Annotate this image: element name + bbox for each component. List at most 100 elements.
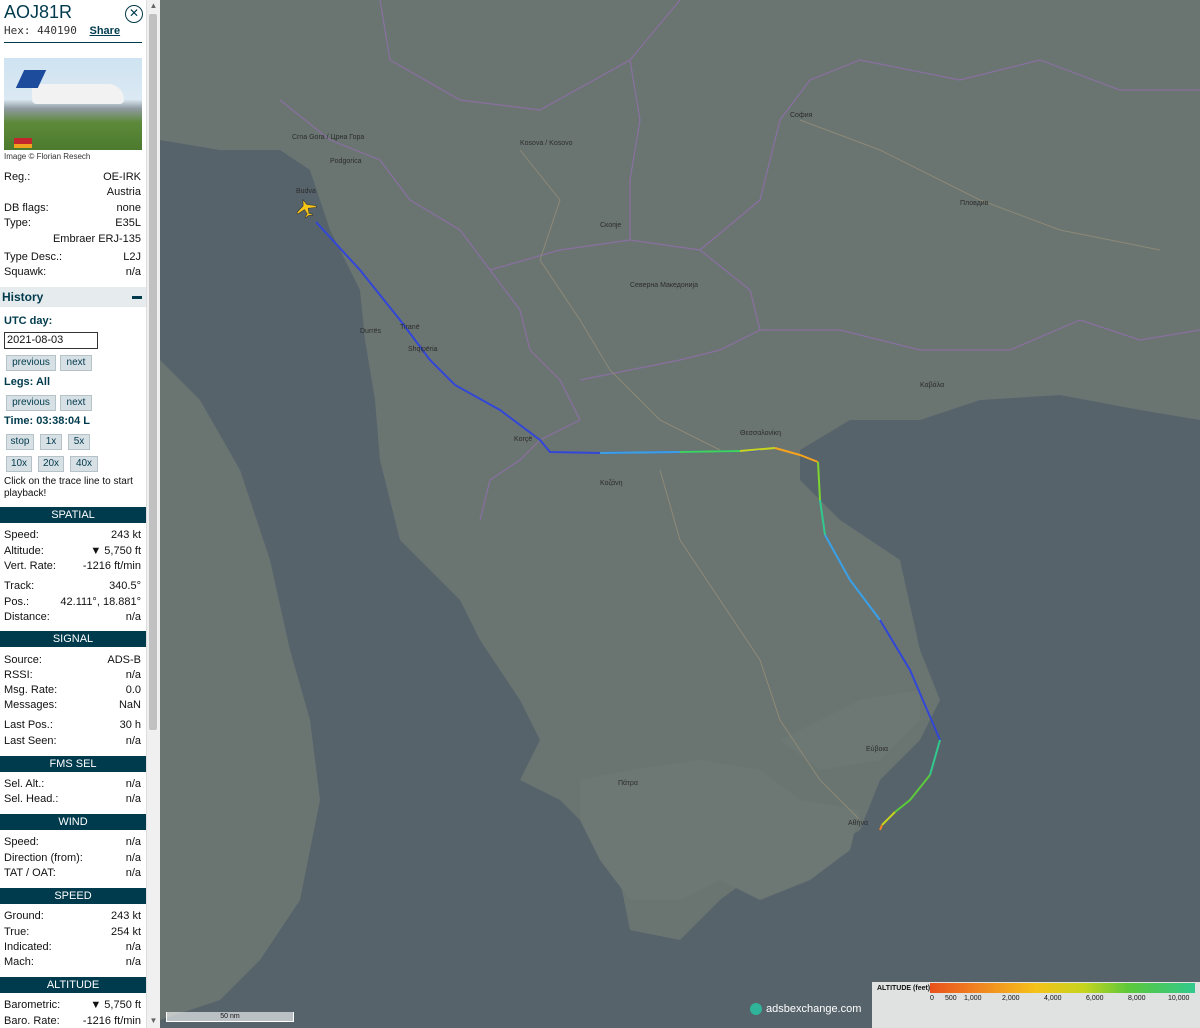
- share-link[interactable]: Share: [90, 25, 121, 37]
- row-value: n/a: [125, 266, 141, 278]
- place-label: Πάτρα: [618, 780, 638, 787]
- road-line: [519, 149, 721, 451]
- row-label: Sel. Head.:: [4, 793, 59, 805]
- place-label: Kosova / Kosovo: [520, 140, 573, 147]
- stop-button[interactable]: stop: [6, 434, 34, 450]
- history-title: History: [2, 290, 44, 304]
- utc-day-input[interactable]: 2021-08-03: [4, 332, 98, 349]
- flight-track-cyan: [824, 534, 881, 621]
- map-canvas: [160, 0, 1200, 1028]
- signal-row: Last Pos.: 30 h: [4, 719, 141, 733]
- speed-5x-button[interactable]: 5x: [68, 434, 90, 450]
- row-value: NaN: [118, 699, 141, 711]
- fms-row: Sel. Head.: n/a: [4, 793, 141, 807]
- history-header[interactable]: History: [0, 287, 146, 307]
- row-label: Type:: [4, 217, 31, 229]
- place-label: Korçë: [514, 436, 533, 443]
- row-value: 30 h: [119, 719, 141, 731]
- row-label: TAT / OAT:: [4, 867, 56, 879]
- place-label: Καβάλα: [920, 382, 945, 389]
- row-label: Baro. Rate:: [4, 1015, 60, 1027]
- spatial-row: Track: 340.5°: [4, 580, 141, 594]
- altitude-row: Baro. Rate: -1216 ft/min: [4, 1015, 141, 1028]
- place-label: Αθήνα: [848, 820, 869, 827]
- legend-tick: 0: [930, 995, 934, 1002]
- flight-track-green: [679, 450, 741, 453]
- leg-next-button[interactable]: next: [60, 395, 92, 411]
- row-value: 0.0: [125, 684, 141, 696]
- row-label: Squawk:: [4, 266, 47, 278]
- place-label: Podgorica: [330, 158, 362, 165]
- speed-1x-button[interactable]: 1x: [40, 434, 62, 450]
- row-value: 340.5°: [109, 580, 141, 592]
- hex-value: 440190: [37, 24, 77, 37]
- hex-line: Hex: 440190 Share: [4, 24, 120, 37]
- day-previous-button[interactable]: previous: [6, 355, 56, 371]
- speed-20x-button[interactable]: 20x: [38, 456, 64, 472]
- speed-row: Ground: 243 kt: [4, 910, 141, 924]
- place-label: София: [790, 112, 813, 119]
- row-value: ▼ 5,750 ft: [90, 999, 141, 1011]
- place-label: Пловдив: [960, 200, 989, 207]
- brand-watermark: adsbexchange.com: [750, 1003, 861, 1016]
- signal-row: Messages: NaN: [4, 699, 141, 713]
- scrollbar-thumb[interactable]: [149, 14, 157, 730]
- row-label: Msg. Rate:: [4, 684, 58, 696]
- aircraft-photo[interactable]: [4, 58, 142, 150]
- row-value: 254 kt: [111, 926, 141, 938]
- speed-40x-button[interactable]: 40x: [70, 456, 98, 472]
- sidebar-scrollbar[interactable]: ▲ ▼: [146, 0, 160, 1028]
- row-label: Speed:: [4, 836, 39, 848]
- section-altitude: ALTITUDE: [0, 977, 146, 993]
- speed-10x-button[interactable]: 10x: [6, 456, 32, 472]
- row-value: 243 kt: [111, 910, 141, 922]
- collapse-icon[interactable]: [132, 296, 142, 299]
- day-next-button[interactable]: next: [60, 355, 92, 371]
- scroll-down-icon[interactable]: ▼: [147, 1016, 160, 1025]
- fms-row: Sel. Alt.: n/a: [4, 778, 141, 792]
- altitude-row: Barometric: ▼ 5,750 ft: [4, 999, 141, 1013]
- row-value: 42.111°, 18.881°: [60, 596, 141, 608]
- legend-tick: 4,000: [1044, 995, 1062, 1002]
- border-line: [489, 239, 761, 381]
- row-label: Speed:: [4, 529, 39, 541]
- place-label: Θεσσαλονίκη: [740, 430, 781, 437]
- border-line: [699, 59, 1200, 251]
- row-label: Sel. Alt.:: [4, 778, 45, 790]
- map-scale-bar: 50 nm: [166, 1012, 294, 1022]
- row-label: True:: [4, 926, 30, 938]
- row-value: Embraer ERJ-135: [52, 233, 141, 245]
- spatial-row: Vert. Rate: -1216 ft/min: [4, 560, 141, 574]
- row-label: Source:: [4, 654, 42, 666]
- flight-track-teal: [819, 499, 826, 536]
- close-icon[interactable]: ✕: [125, 5, 143, 23]
- flight-map[interactable]: Crna Gora / Црна Гора Podgorica Kosova /…: [160, 0, 1200, 1028]
- row-label: DB flags:: [4, 202, 49, 214]
- place-label: Shqipëria: [408, 346, 438, 353]
- leg-previous-button[interactable]: previous: [6, 395, 56, 411]
- callsign-title: AOJ81R: [4, 2, 73, 22]
- row-label: Last Pos.:: [4, 719, 53, 731]
- signal-row: Msg. Rate: 0.0: [4, 684, 141, 698]
- section-wind: WIND: [0, 814, 146, 830]
- spatial-row: Speed: 243 kt: [4, 529, 141, 543]
- place-label: Εύβοια: [866, 746, 889, 753]
- time-label: Time: 03:38:04 L: [4, 415, 91, 427]
- row-value: E35L: [115, 217, 141, 229]
- info-row: Type: E35L: [4, 217, 141, 231]
- place-label: Crna Gora / Црна Гора: [292, 134, 365, 141]
- scroll-up-icon[interactable]: ▲: [147, 1, 160, 10]
- speed-row: True: 254 kt: [4, 926, 141, 940]
- row-value: Austria: [106, 186, 141, 198]
- legs-label: Legs: All: [4, 376, 51, 388]
- legend-tick: 10,000: [1168, 995, 1190, 1002]
- legend-tick: 6,000: [1086, 995, 1104, 1002]
- signal-row: Source: ADS-B: [4, 654, 141, 668]
- row-label: Direction (from):: [4, 852, 83, 864]
- info-row: DB flags: none: [4, 202, 141, 216]
- info-row: Reg.: OE-IRK: [4, 171, 141, 185]
- info-row: Austria: [4, 186, 141, 200]
- road-line: [799, 119, 1161, 251]
- legend-tick: 500: [945, 995, 957, 1002]
- aircraft-info-panel: AOJ81R Hex: 440190 Share ✕ Image © Flori…: [0, 0, 146, 1028]
